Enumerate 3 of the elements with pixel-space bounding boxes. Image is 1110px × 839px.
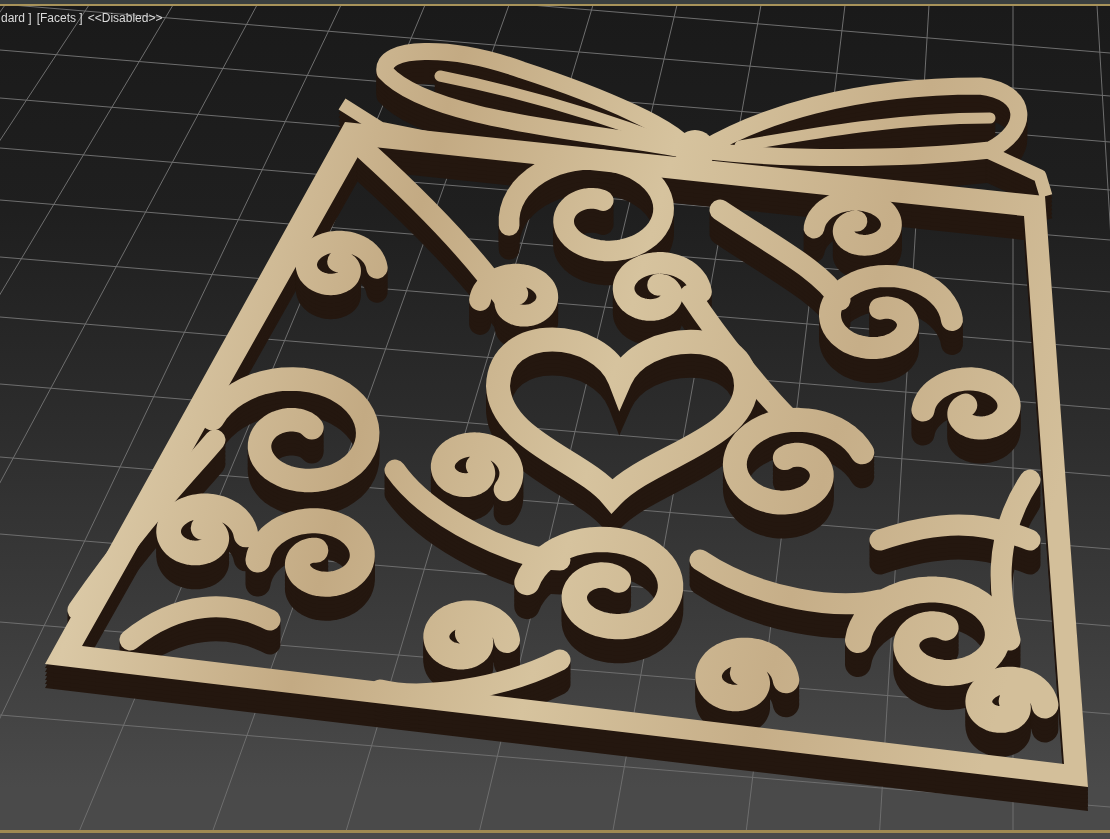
viewport-menu-label[interactable]: dard ] [1,11,32,25]
viewport-menu-label[interactable]: [Facets ] [36,11,83,25]
viewport-menu-label[interactable]: <<Disabled>> [87,11,163,25]
